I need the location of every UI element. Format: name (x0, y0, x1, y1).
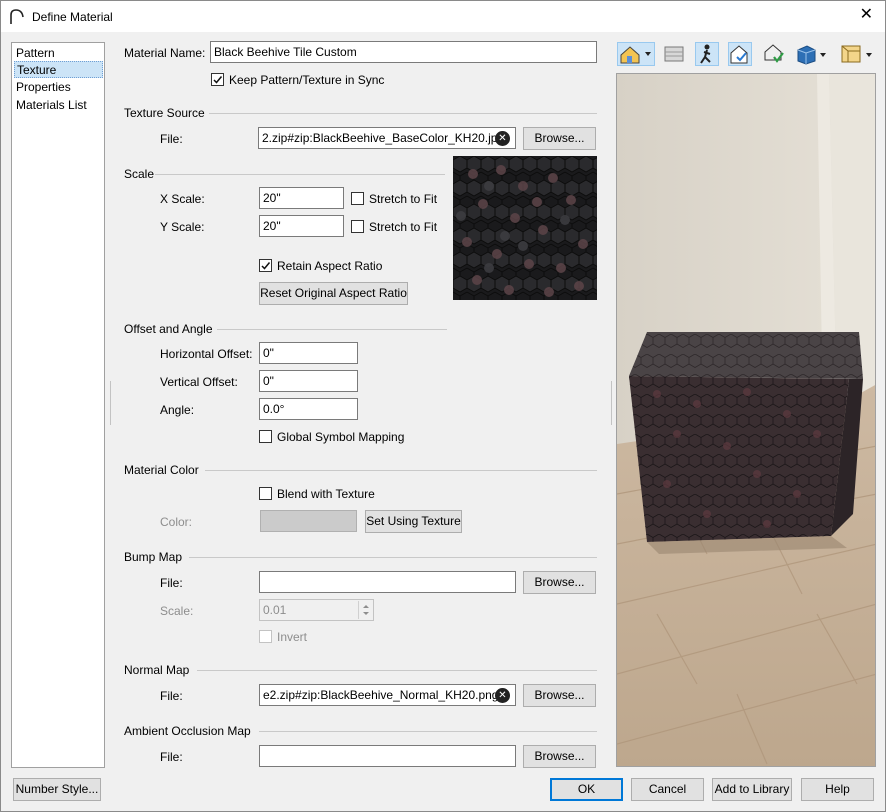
house-shield-icon[interactable] (762, 42, 786, 66)
bump-browse-button[interactable]: Browse... (523, 571, 596, 594)
section-divider (259, 731, 597, 732)
checkmark-icon (213, 76, 223, 84)
angle-label: Angle: (160, 403, 195, 417)
vertical-offset-input[interactable]: 0" (259, 370, 358, 392)
keep-sync-checkbox[interactable] (211, 73, 224, 86)
y-scale-label: Y Scale: (160, 220, 205, 234)
material-preview-viewport[interactable] (616, 73, 876, 767)
ao-map-heading: Ambient Occlusion Map (124, 724, 251, 738)
right-splitter[interactable] (611, 381, 614, 425)
normal-file-label: File: (160, 689, 183, 703)
scale-heading: Scale (124, 167, 155, 181)
retain-aspect-label: Retain Aspect Ratio (277, 259, 383, 273)
stretch-y-label: Stretch to Fit (369, 220, 438, 234)
texture-source-heading: Texture Source (124, 106, 205, 120)
texture-file-input[interactable]: 2.zip#zip:BlackBeehive_BaseColor_KH20.jp… (258, 127, 516, 149)
stretch-y-checkbox[interactable] (351, 220, 364, 233)
normal-browse-button[interactable]: Browse... (523, 684, 596, 707)
color-label: Color: (160, 515, 193, 529)
nav-item-pattern[interactable]: Pattern (14, 45, 103, 62)
material-color-heading: Material Color (124, 463, 199, 477)
ao-file-input[interactable] (259, 745, 516, 767)
close-icon[interactable]: ✕ (860, 7, 873, 23)
global-symbol-checkbox[interactable] (259, 430, 272, 443)
add-to-library-button[interactable]: Add to Library (712, 778, 792, 801)
section-divider (155, 174, 445, 175)
normal-file-value: e2.zip#zip:BlackBeehive_Normal_KH20.png (263, 688, 499, 702)
room-box-icon[interactable] (839, 42, 877, 66)
x-scale-input[interactable]: 20" (259, 187, 344, 209)
window-title: Define Material (32, 10, 113, 24)
bump-scale-value: 0.01 (263, 603, 287, 617)
x-scale-label: X Scale: (160, 192, 205, 206)
section-divider (209, 113, 597, 114)
normal-file-input[interactable]: e2.zip#zip:BlackBeehive_Normal_KH20.png (259, 684, 516, 706)
preview-cube-render (617, 74, 875, 766)
stretch-x-label: Stretch to Fit (369, 192, 438, 206)
hex-tile-texture (453, 156, 597, 300)
bump-file-input[interactable] (259, 571, 516, 593)
bump-file-label: File: (160, 576, 183, 590)
nav-item-texture[interactable]: Texture (14, 61, 103, 78)
offset-angle-heading: Offset and Angle (124, 322, 213, 336)
bump-scale-input[interactable]: 0.01 (259, 599, 374, 621)
nav-item-materials-list[interactable]: Materials List (14, 97, 103, 114)
layers-icon[interactable] (662, 42, 686, 66)
house-check-icon[interactable] (728, 42, 752, 66)
clear-icon[interactable]: ✕ (495, 688, 510, 703)
retain-aspect-checkbox[interactable] (259, 259, 272, 272)
horizontal-offset-label: Horizontal Offset: (160, 347, 253, 361)
reset-aspect-button[interactable]: Reset Original Aspect Ratio (259, 282, 408, 305)
ao-file-label: File: (160, 750, 183, 764)
section-divider (205, 470, 597, 471)
clear-icon[interactable]: ✕ (495, 131, 510, 146)
spinner-arrows-icon (363, 605, 369, 615)
left-splitter[interactable] (110, 381, 113, 425)
texture-thumbnail (453, 156, 597, 300)
blend-texture-checkbox[interactable] (259, 487, 272, 500)
global-symbol-label: Global Symbol Mapping (277, 430, 405, 444)
bump-map-heading: Bump Map (124, 550, 183, 564)
texture-browse-button[interactable]: Browse... (523, 127, 596, 150)
checkmark-icon (261, 262, 271, 270)
bump-scale-label: Scale: (160, 604, 194, 618)
nav-item-properties[interactable]: Properties (14, 79, 103, 96)
set-using-texture-button[interactable]: Set Using Texture (365, 510, 462, 533)
y-scale-input[interactable]: 20" (259, 215, 344, 237)
keep-sync-label: Keep Pattern/Texture in Sync (229, 73, 385, 87)
cancel-button[interactable]: Cancel (631, 778, 704, 801)
material-name-input[interactable]: Black Beehive Tile Custom (210, 41, 597, 63)
horizontal-offset-input[interactable]: 0" (259, 342, 358, 364)
app-arch-icon (10, 9, 24, 24)
section-divider (197, 670, 597, 671)
texture-file-value: 2.zip#zip:BlackBeehive_BaseColor_KH20.jp… (262, 131, 505, 145)
define-material-dialog: Define Material ✕ Pattern Texture Proper… (0, 0, 886, 812)
title-bar: Define Material ✕ (1, 1, 885, 32)
walk-camera-icon[interactable] (695, 42, 719, 66)
section-divider (189, 557, 597, 558)
number-style-button[interactable]: Number Style... (13, 778, 101, 801)
section-divider (217, 329, 447, 330)
normal-map-heading: Normal Map (124, 663, 190, 677)
invert-label: Invert (277, 630, 308, 644)
color-swatch[interactable] (260, 510, 357, 532)
material-name-label: Material Name: (124, 46, 206, 60)
vertical-offset-label: Vertical Offset: (160, 375, 238, 389)
texture-file-label: File: (160, 132, 183, 146)
ok-button[interactable]: OK (550, 778, 623, 801)
stretch-x-checkbox[interactable] (351, 192, 364, 205)
cube-icon[interactable] (795, 42, 831, 66)
category-list: Pattern Texture Properties Materials Lis… (11, 42, 105, 768)
help-button[interactable]: Help (801, 778, 874, 801)
angle-input[interactable]: 0.0° (259, 398, 358, 420)
house-render-icon[interactable] (617, 42, 655, 66)
ao-browse-button[interactable]: Browse... (523, 745, 596, 768)
spinner-buttons[interactable] (358, 601, 372, 619)
invert-checkbox[interactable] (259, 630, 272, 643)
blend-texture-label: Blend with Texture (277, 487, 375, 501)
